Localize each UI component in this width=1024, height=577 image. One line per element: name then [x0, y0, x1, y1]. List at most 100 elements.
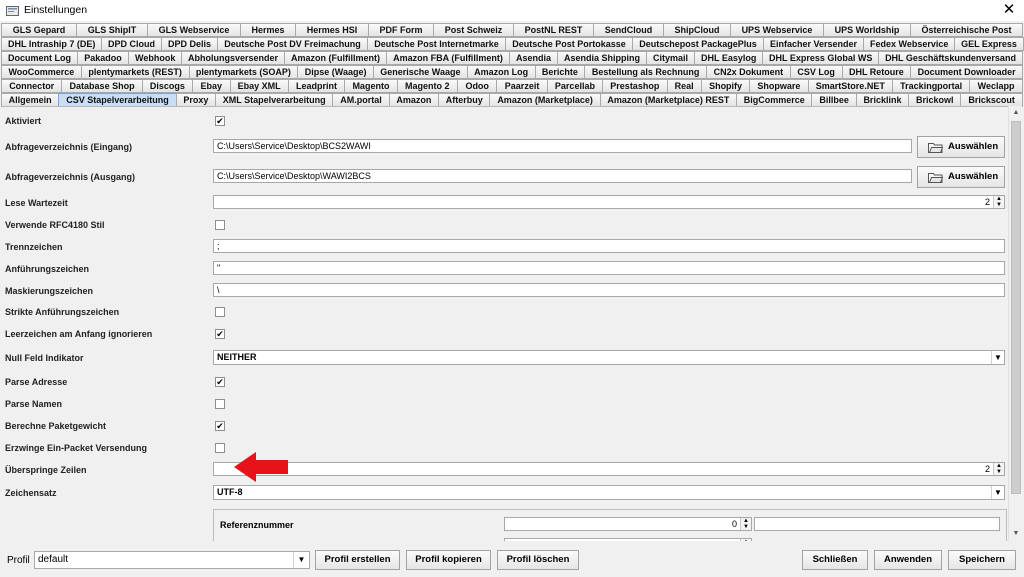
copy-profile-button[interactable]: Profil kopieren [406, 550, 491, 570]
paketgewicht-checkbox[interactable]: ✔ [215, 421, 225, 431]
spin-down-button[interactable]: ▼ [993, 202, 1004, 208]
tab-parcellab[interactable]: Parcellab [546, 79, 604, 93]
tab-dipse-waage[interactable]: Dipse (Waage) [297, 65, 374, 79]
spin-down-button[interactable]: ▼ [993, 469, 1004, 475]
tab-shipcloud[interactable]: ShipCloud [663, 23, 731, 37]
aktiviert-checkbox[interactable]: ✔ [215, 116, 225, 126]
tab-gel-express[interactable]: GEL Express [954, 37, 1024, 51]
tab-einfacher-versender[interactable]: Einfacher Versender [763, 37, 864, 51]
spin-up-button[interactable]: ▲ [740, 539, 751, 541]
ueberspringe-spinner[interactable]: 2 ▲ ▼ [213, 462, 1005, 476]
close-dialog-button[interactable]: Schließen [802, 550, 868, 570]
trennzeichen-field[interactable]: ; [213, 239, 1005, 253]
spin-down-button[interactable]: ▼ [740, 524, 751, 530]
tab-ups-worldship[interactable]: UPS Worldship [823, 23, 911, 37]
tab-österreichische-post[interactable]: Österreichische Post [910, 23, 1023, 37]
tab-proxy[interactable]: Proxy [175, 93, 217, 107]
tab-csv-stapelverarbeitung[interactable]: CSV Stapelverarbeitung [58, 93, 177, 107]
tab-amazon-fba-fulfillment[interactable]: Amazon FBA (Fulfillment) [386, 51, 510, 65]
strikte-checkbox[interactable] [215, 307, 225, 317]
tab-gls-shipit[interactable]: GLS ShipIT [76, 23, 148, 37]
tab-abholungsversender[interactable]: Abholungsversender [181, 51, 285, 65]
tab-plentymarkets-soap[interactable]: plentymarkets (SOAP) [188, 65, 299, 79]
tab-ebay-xml[interactable]: Ebay XML [229, 79, 289, 93]
tab-real[interactable]: Real [666, 79, 702, 93]
tab-am-portal[interactable]: AM.portal [332, 93, 390, 107]
tab-citymail[interactable]: Citymail [646, 51, 695, 65]
input-dir-field[interactable]: C:\Users\Service\Desktop\BCS2WAWI [213, 139, 912, 153]
tab-bigcommerce[interactable]: BigCommerce [736, 93, 813, 107]
output-dir-choose-button[interactable]: Auswählen [917, 166, 1005, 188]
leerzeichen-checkbox[interactable]: ✔ [215, 329, 225, 339]
tab-prestashop[interactable]: Prestashop [602, 79, 668, 93]
input-dir-choose-button[interactable]: Auswählen [917, 136, 1005, 158]
ein-packet-checkbox[interactable] [215, 443, 225, 453]
tab-dhl-geschäftskundenversand[interactable]: DHL Geschäftskundenversand [878, 51, 1023, 65]
tab-document-downloader[interactable]: Document Downloader [910, 65, 1023, 79]
tab-odoo[interactable]: Odoo [457, 79, 498, 93]
tab-woocommerce[interactable]: WooCommerce [1, 65, 82, 79]
tab-amazon-marketplace-rest[interactable]: Amazon (Marketplace) REST [599, 93, 738, 107]
close-button[interactable]: ✕ [994, 0, 1024, 21]
tab-discogs[interactable]: Discogs [141, 79, 194, 93]
tab-dhl-easylog[interactable]: DHL Easylog [694, 51, 763, 65]
tab-berichte[interactable]: Berichte [534, 65, 586, 79]
tab-csv-log[interactable]: CSV Log [789, 65, 843, 79]
tab-paarzeit[interactable]: Paarzeit [496, 79, 548, 93]
tab-deutsche-post-portokasse[interactable]: Deutsche Post Portokasse [505, 37, 633, 51]
tab-pdf-form[interactable]: PDF Form [368, 23, 434, 37]
tab-database-shop[interactable]: Database Shop [61, 79, 143, 93]
tab-amazon-log[interactable]: Amazon Log [466, 65, 536, 79]
chevron-down-icon[interactable]: ▼ [991, 351, 1004, 364]
tab-ups-webservice[interactable]: UPS Webservice [730, 23, 824, 37]
parse-namen-checkbox[interactable] [215, 399, 225, 409]
tab-deutsche-post-internetmarke[interactable]: Deutsche Post Internetmarke [367, 37, 506, 51]
tab-post-schweiz[interactable]: Post Schweiz [433, 23, 514, 37]
tab-fedex-webservice[interactable]: Fedex Webservice [863, 37, 955, 51]
tab-hermes-hsi[interactable]: Hermes HSI [295, 23, 369, 37]
tab-cn2x-dokument[interactable]: CN2x Dokument [706, 65, 791, 79]
tab-deutsche-post-dv-freimachung[interactable]: Deutsche Post DV Freimachung [217, 37, 368, 51]
tab-leadprint[interactable]: Leadprint [287, 79, 346, 93]
referenz-extra-field[interactable] [754, 517, 1000, 531]
tab-postnl-rest[interactable]: PostNL REST [513, 23, 594, 37]
scroll-thumb[interactable] [1011, 121, 1021, 494]
tab-dpd-cloud[interactable]: DPD Cloud [101, 37, 162, 51]
tab-afterbuy[interactable]: Afterbuy [438, 93, 491, 107]
tab-billbee[interactable]: Billbee [811, 93, 857, 107]
tab-dhl-retoure[interactable]: DHL Retoure [841, 65, 912, 79]
chevron-down-icon[interactable]: ▼ [991, 486, 1004, 499]
tab-allgemein[interactable]: Allgemein [1, 93, 60, 107]
referenz-second-spinner[interactable]: ▲ [504, 538, 752, 541]
tab-smartstore-net[interactable]: SmartStore.NET [807, 79, 893, 93]
tab-magento[interactable]: Magento [344, 79, 398, 93]
tab-sendcloud[interactable]: SendCloud [593, 23, 664, 37]
tab-weclapp[interactable]: Weclapp [969, 79, 1023, 93]
tab-hermes[interactable]: Hermes [240, 23, 296, 37]
tab-asendia-shipping[interactable]: Asendia Shipping [557, 51, 647, 65]
tab-amazon-marketplace[interactable]: Amazon (Marketplace) [489, 93, 601, 107]
null-feld-select[interactable]: NEITHER ▼ [213, 350, 1005, 365]
tab-connector[interactable]: Connector [1, 79, 63, 93]
tab-dhl-intraship-7-de[interactable]: DHL Intraship 7 (DE) [1, 37, 102, 51]
lese-wartezeit-spinner[interactable]: 2 ▲ ▼ [213, 195, 1005, 209]
referenznummer-spinner[interactable]: 0 ▲ ▼ [504, 517, 752, 531]
tab-pakadoo[interactable]: Pakadoo [77, 51, 129, 65]
anfuehrungszeichen-field[interactable]: " [213, 261, 1005, 275]
tab-shopware[interactable]: Shopware [749, 79, 809, 93]
tab-gls-gepard[interactable]: GLS Gepard [1, 23, 77, 37]
vertical-scrollbar[interactable]: ▲ ▼ [1008, 106, 1022, 541]
chevron-down-icon[interactable]: ▼ [293, 552, 309, 568]
tab-plentymarkets-rest[interactable]: plentymarkets (REST) [80, 65, 190, 79]
save-button[interactable]: Speichern [948, 550, 1016, 570]
output-dir-field[interactable]: C:\Users\Service\Desktop\WAWI2BCS [213, 169, 912, 183]
profile-select[interactable]: default ▼ [34, 551, 310, 569]
tab-bestellung-als-rechnung[interactable]: Bestellung als Rechnung [584, 65, 707, 79]
tab-xml-stapelverarbeitung[interactable]: XML Stapelverarbeitung [215, 93, 334, 107]
tab-brickowl[interactable]: Brickowl [908, 93, 962, 107]
tab-ebay[interactable]: Ebay [192, 79, 231, 93]
tab-dpd-delis[interactable]: DPD Delis [161, 37, 218, 51]
tab-dhl-express-global-ws[interactable]: DHL Express Global WS [762, 51, 879, 65]
apply-button[interactable]: Anwenden [874, 550, 942, 570]
tab-deutschepost-packageplus[interactable]: Deutschepost PackagePlus [632, 37, 764, 51]
